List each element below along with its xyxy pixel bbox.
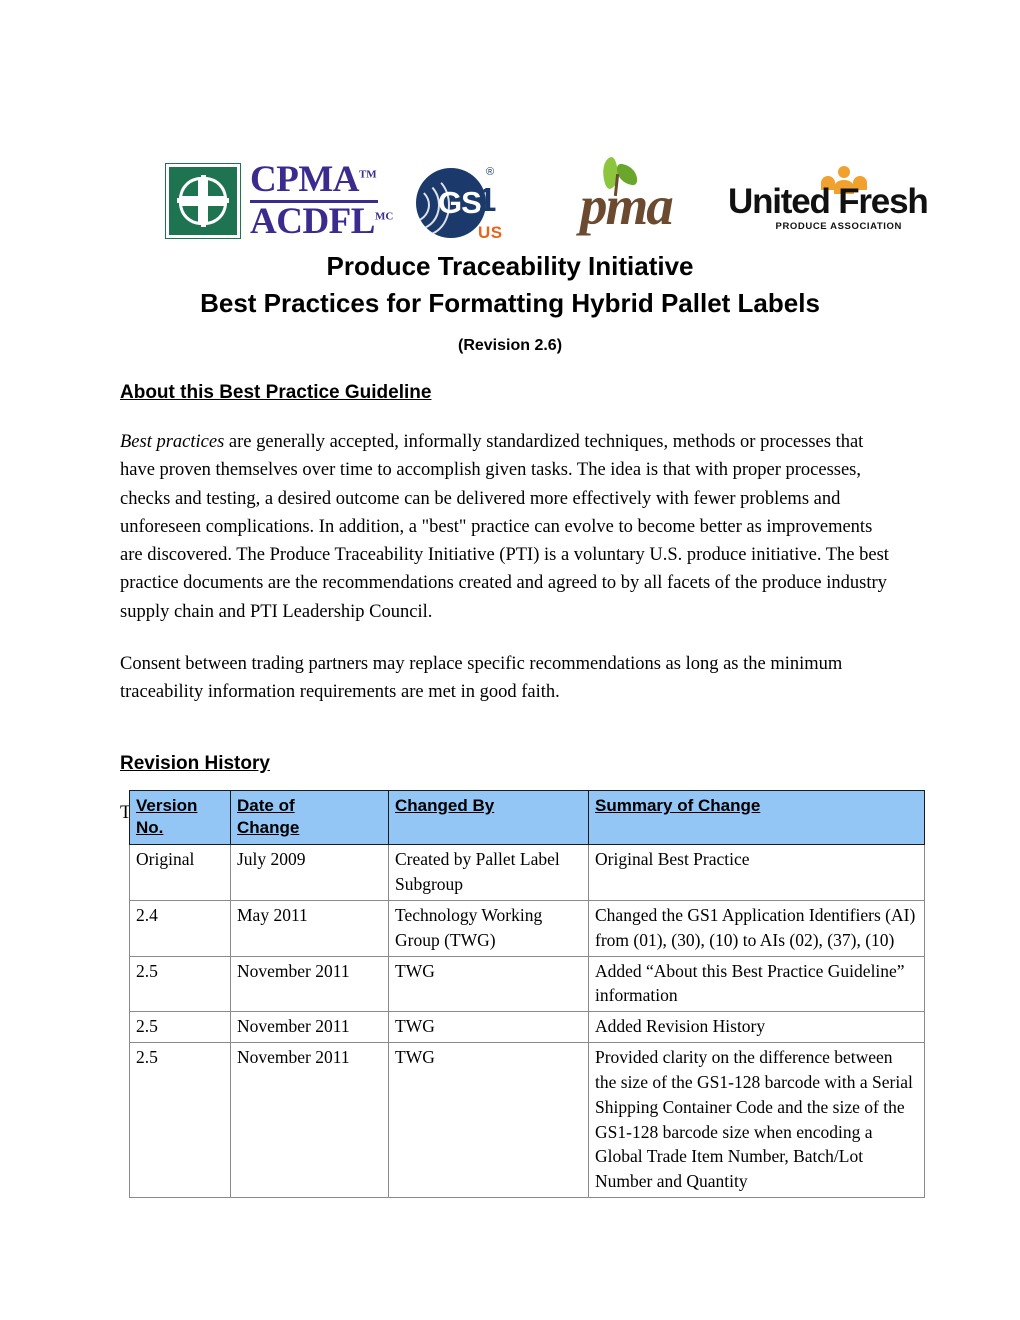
column-header-summary-of-change: Summary of Change (588, 789, 925, 846)
section-heading-about: About this Best Practice Guideline (120, 382, 432, 403)
united-fresh-wordmark: United Fresh (728, 182, 929, 221)
registered-mark-icon: ® (486, 166, 495, 178)
revision-history-table-wrapper: Version No. Date of Change Changed By Su… (129, 789, 925, 1199)
cell-version: Original (129, 844, 231, 901)
cell-changed-by: Technology Working Group (TWG) (388, 899, 589, 957)
pma-logo: pma (580, 156, 700, 236)
acdfl-trademark-symbol: MC (374, 210, 394, 223)
cell-changed-by: Created by Pallet Label Subgroup (388, 844, 589, 901)
gs1-numeral: 1 (478, 181, 497, 218)
cell-date: November 2011 (230, 955, 389, 1013)
column-header-changed-by: Changed By (388, 789, 589, 846)
table-row: 2.5 November 2011 TWG Provided clarity o… (129, 1042, 925, 1199)
gs1-circle-icon: GS (416, 168, 486, 238)
cell-date: May 2011 (230, 899, 389, 957)
cell-version: 2.5 (129, 955, 231, 1013)
page-title-line2: Best Practices for Formatting Hybrid Pal… (200, 287, 820, 318)
revision-history-table-body: Original July 2009 Created by Pallet Lab… (129, 844, 925, 1199)
united-fresh-tagline: PRODUCE ASSOCIATION (775, 221, 902, 232)
cpma-line1: CPMA (250, 159, 359, 200)
about-paragraph-2: Consent between trading partners may rep… (120, 654, 843, 703)
about-paragraph-1-lead: Best practices (120, 432, 225, 452)
gs1-letters: GS (438, 185, 482, 220)
table-row: 2.5 November 2011 TWG Added “About this … (129, 955, 925, 1013)
section-heading-revision-history: Revision History (120, 752, 270, 774)
table-row: Original July 2009 Created by Pallet Lab… (129, 844, 925, 901)
table-header-row: Version No. Date of Change Changed By Su… (129, 789, 925, 846)
gs1-us-logo: GS 1 ® US (416, 166, 512, 252)
about-paragraph-1-rest: are generally accepted, informally stand… (120, 432, 889, 622)
document-body: About this Best Practice Guideline Best … (120, 382, 890, 851)
page-title: Produce Traceability Initiative Best Pra… (0, 248, 1020, 322)
cpma-wordmark: CPMATM ACDFLMC (250, 159, 394, 242)
column-header-version-no: Version No. (129, 789, 231, 846)
cpma-line2: ACDFL (250, 200, 375, 242)
page-title-line1: Produce Traceability Initiative (326, 251, 694, 281)
cpma-leaf-emblem-icon (166, 163, 240, 238)
cell-changed-by: TWG (388, 955, 589, 1013)
cpma-acdfl-logo: CPMATM ACDFLMC (166, 159, 394, 242)
cell-changed-by: TWG (388, 1042, 589, 1199)
table-row: 2.4 May 2011 Technology Working Group (T… (129, 899, 925, 957)
table-row: 2.5 November 2011 TWG Added Revision His… (129, 1011, 925, 1044)
about-paragraph-1: Best practices are generally accepted, i… (120, 428, 890, 626)
pma-wordmark: pma (580, 175, 674, 236)
cell-date: November 2011 (230, 1042, 389, 1199)
cell-version: 2.5 (129, 1042, 231, 1199)
united-fresh-logo: United Fresh PRODUCE ASSOCIATION (728, 166, 929, 238)
cell-version: 2.4 (129, 899, 231, 957)
cell-date: July 2009 (230, 844, 389, 901)
cpma-trademark-symbol: TM (358, 168, 377, 181)
cell-summary: Original Best Practice (588, 844, 925, 901)
cell-summary: Added Revision History (588, 1011, 925, 1044)
column-header-date-of-change: Date of Change (230, 789, 389, 846)
cell-date: November 2011 (230, 1011, 389, 1044)
document-page: CPMATM ACDFLMC GS 1 ® US pma United Fres… (0, 0, 1020, 1320)
document-revision-label: (Revision 2.6) (457, 337, 563, 354)
cell-summary: Added “About this Best Practice Guidelin… (588, 955, 925, 1013)
cell-summary: Changed the GS1 Application Identifiers … (588, 899, 925, 957)
gs1-region-label: US (478, 223, 503, 242)
logo-band: CPMATM ACDFLMC GS 1 ® US pma United Fres… (0, 74, 1020, 242)
revision-history-table: Version No. Date of Change Changed By Su… (129, 789, 925, 1199)
cell-version: 2.5 (129, 1011, 231, 1044)
cell-summary: Provided clarity on the difference betwe… (588, 1042, 925, 1199)
cell-changed-by: TWG (388, 1011, 589, 1044)
